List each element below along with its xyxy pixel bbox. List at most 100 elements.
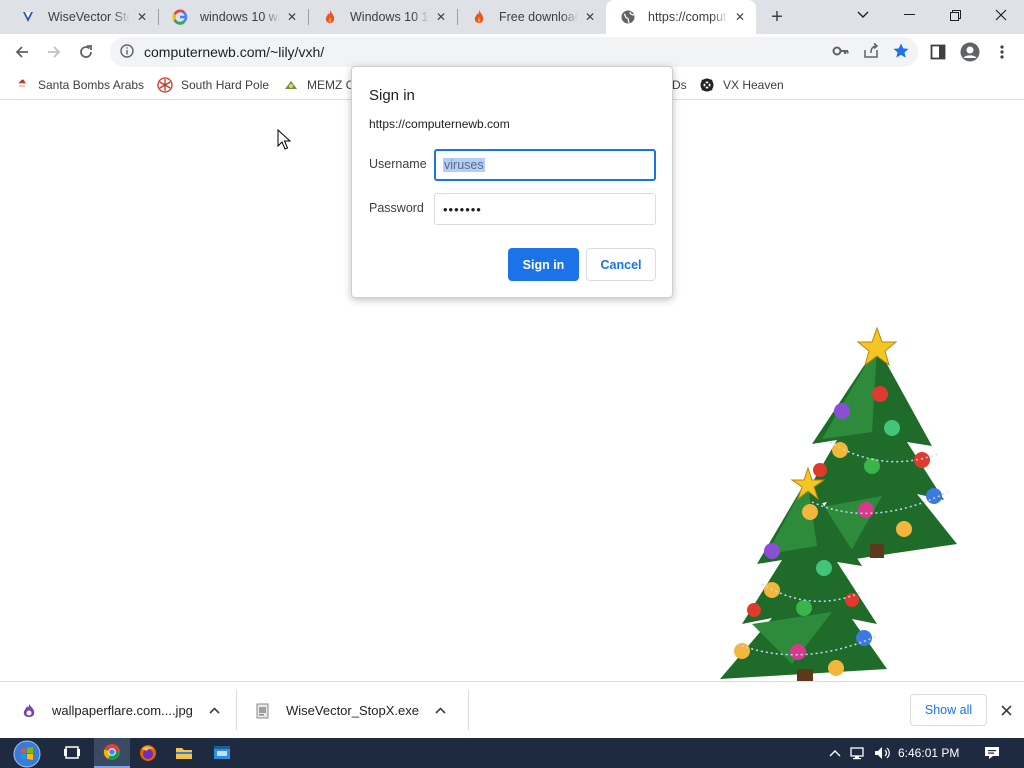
tab-title: Free download [499,10,578,24]
password-value: ••••••• [443,201,482,217]
address-bar[interactable]: computernewb.com/~lily/vxh/ [110,37,918,67]
reload-icon [80,45,92,58]
side-panel-button[interactable] [924,38,952,66]
wallpaperflare-icon [20,702,38,720]
vx-icon [699,77,715,93]
back-button[interactable] [8,38,36,66]
username-value: viruses [443,158,485,172]
share-icon[interactable] [862,42,880,63]
profile-button[interactable] [956,38,984,66]
windows-orb-icon [13,740,41,768]
arrow-right-icon [48,46,61,58]
download-filename: WiseVector_StopX.exe [286,703,419,718]
sign-in-button[interactable]: Sign in [508,248,579,281]
tab-search-button[interactable] [840,0,886,30]
key-icon[interactable] [832,42,850,63]
close-icon[interactable]: ✕ [732,9,748,25]
chrome-icon [103,744,120,760]
arrow-left-icon [15,46,28,58]
download-bar: wallpaperflare.com....jpg WiseVector_Sto… [0,681,1024,738]
tab-computernewb[interactable]: https://computernewb.com ✕ [606,0,756,34]
info-icon[interactable] [120,43,134,61]
close-icon [1000,704,1012,716]
close-icon[interactable]: ✕ [433,9,449,25]
close-window-button[interactable] [978,0,1024,30]
bookmark-label: Ds [672,78,687,92]
minimize-icon [903,14,915,15]
restore-icon [949,9,961,21]
close-icon[interactable]: ✕ [582,9,598,25]
bookmark-ds[interactable]: Ds [672,75,687,95]
download-separator [468,690,469,730]
windows-taskbar: 6:46:01 PM [0,738,1024,768]
chevron-up-icon[interactable] [435,705,446,717]
username-field[interactable]: viruses [434,149,656,181]
bookmark-label: Santa Bombs Arabs [38,78,145,92]
password-label: Password [369,201,424,215]
taskbar-app[interactable] [204,738,240,768]
fire-icon [471,9,487,25]
bookmark-star-icon[interactable] [892,42,910,63]
exe-file-icon [254,702,272,720]
window-app-icon [214,746,230,759]
forward-button[interactable] [40,38,68,66]
bookmark-santa-bombs-arabs[interactable]: Santa Bombs Arabs [14,75,144,95]
side-panel-icon [930,44,946,60]
tab-google[interactable]: windows 10 wallpaper ✕ [158,0,308,34]
new-tab-button[interactable]: + [766,6,788,28]
dialog-title: Sign in [369,87,415,104]
tab-title: WiseVector StopX [48,10,130,24]
network-icon[interactable] [848,738,870,768]
bookmark-memz[interactable]: MEMZ C [283,75,354,95]
sign-in-dialog: Sign in https://computernewb.com Usernam… [351,66,673,298]
mouse-cursor-icon [277,129,291,150]
kebab-menu-icon [1000,45,1004,59]
taskbar-file-explorer[interactable] [166,738,202,768]
volume-icon[interactable] [872,738,894,768]
url-text[interactable]: computernewb.com/~lily/vxh/ [144,44,324,60]
menu-button[interactable] [988,38,1016,66]
close-icon[interactable]: ✕ [284,9,300,25]
tab-title: windows 10 wallpaper [200,10,280,24]
minimize-button[interactable] [886,0,932,30]
bookmark-south-hard-pole[interactable]: South Hard Pole [157,75,269,95]
cancel-button[interactable]: Cancel [586,248,656,281]
start-button[interactable] [6,738,48,768]
tab-strip: WiseVector StopX ✕ windows 10 wallpaper … [0,0,1024,34]
chevron-up-icon[interactable] [209,705,220,717]
taskbar-chrome[interactable] [94,738,130,768]
taskbar-clock[interactable]: 6:46:01 PM [898,738,959,768]
show-all-button[interactable]: Show all [910,694,987,726]
chevron-down-icon [857,11,869,18]
tab-wisevector[interactable]: WiseVector StopX ✕ [6,0,158,34]
bookmark-label: South Hard Pole [181,78,270,92]
task-view-button[interactable] [54,738,90,768]
password-field[interactable]: ••••••• [434,193,656,225]
bookmark-vx-heaven[interactable]: VX Heaven [699,75,784,95]
avatar-icon [960,42,980,62]
tab-title: https://computernewb.com [648,10,728,24]
globe-icon [620,9,636,25]
christmas-tree-image [720,326,957,689]
download-filename: wallpaperflare.com....jpg [52,703,193,718]
download-item[interactable]: wallpaperflare.com....jpg [20,682,220,739]
bookmark-label: MEMZ C [307,78,355,92]
restore-button[interactable] [932,0,978,30]
tray-chevron-icon[interactable] [824,738,846,768]
wisevector-icon [20,9,36,25]
notification-icon[interactable] [980,738,1004,768]
tab-title: Windows 10 10! [350,10,429,24]
task-view-icon [64,746,80,759]
download-item[interactable]: WiseVector_StopX.exe [254,682,446,739]
tab-windows10[interactable]: Windows 10 10! ✕ [308,0,457,34]
taskbar-firefox[interactable] [130,738,166,768]
close-icon [995,9,1007,21]
reload-button[interactable] [72,38,100,66]
username-label: Username [369,157,427,171]
snowflake-icon [157,77,173,93]
close-download-bar-button[interactable] [996,700,1016,720]
close-icon[interactable]: ✕ [134,9,150,25]
tab-free-download[interactable]: Free download ✕ [457,0,606,34]
santa-icon [14,77,30,93]
google-icon [172,9,188,25]
